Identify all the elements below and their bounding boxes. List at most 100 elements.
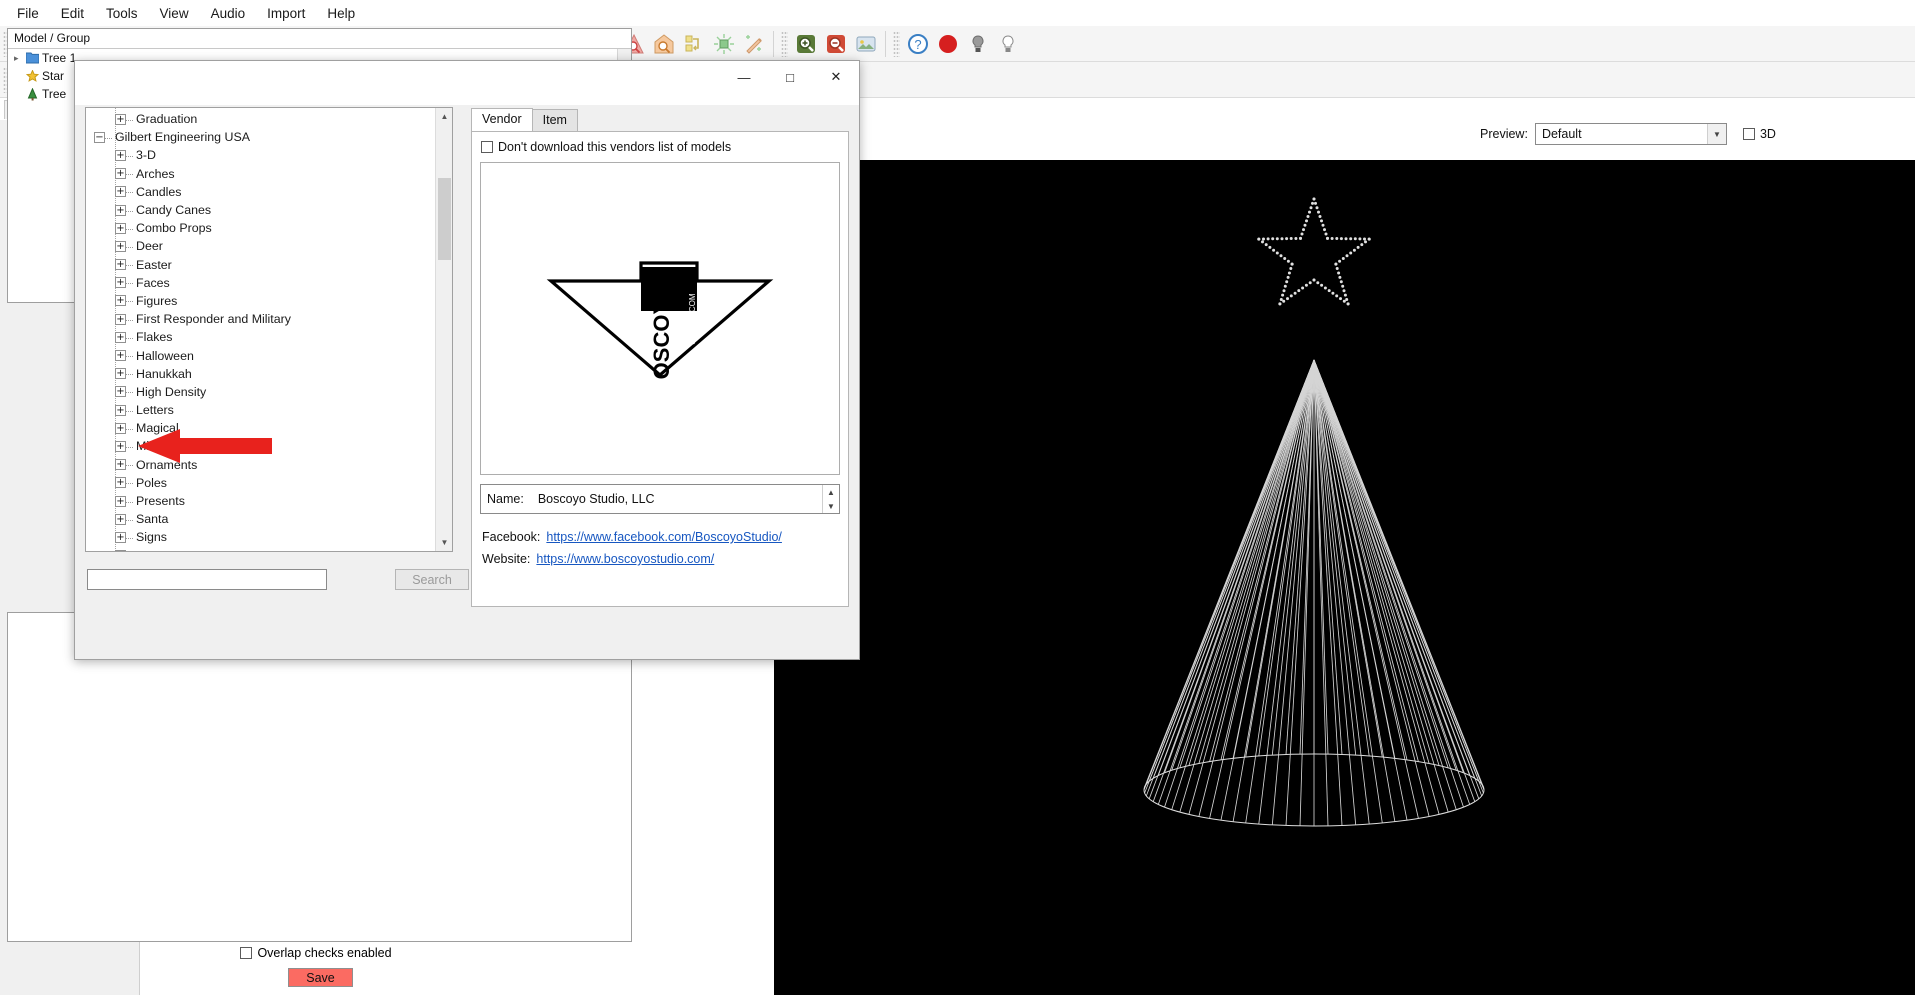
tree-node[interactable]: +3-D	[86, 146, 434, 164]
tree-node[interactable]: + Combo Props	[86, 219, 434, 237]
tab-item[interactable]: Item	[531, 109, 578, 131]
vendor-category-tree[interactable]: + Graduation − Gilbert Engineering USA +3-D +…	[85, 107, 453, 552]
scroll-down-icon[interactable]: ▼	[436, 534, 452, 551]
model-preview-3d[interactable]	[774, 160, 1915, 995]
magic-wand-icon[interactable]	[740, 30, 768, 58]
expand-node-icon[interactable]: +	[115, 368, 126, 380]
tab-vendor[interactable]: Vendor	[471, 108, 533, 131]
expand-node-icon[interactable]: +	[115, 113, 126, 125]
collapse-node-icon[interactable]: −	[94, 131, 105, 143]
preview-select[interactable]: Default ▼	[1534, 123, 1727, 145]
dont-download-row[interactable]: Don't download this vendors list of mode…	[481, 140, 839, 154]
search-text-field[interactable]	[88, 570, 326, 589]
tree-node[interactable]: + Santa	[86, 510, 434, 528]
tree-node[interactable]: + High Density	[86, 383, 434, 401]
expand-node-icon[interactable]: +	[115, 386, 126, 398]
tree-node[interactable]: + Graduation	[86, 110, 434, 128]
zoom-out-icon[interactable]	[822, 30, 850, 58]
image-icon[interactable]	[852, 30, 880, 58]
menu-item-help[interactable]: Help	[316, 3, 366, 24]
tree-node[interactable]: + Hanukkah	[86, 365, 434, 383]
close-icon[interactable]: ✕	[813, 61, 859, 93]
tree-scroll-thumb[interactable]	[438, 178, 451, 260]
tree-node[interactable]: + Presents	[86, 492, 434, 510]
toolbar-grip[interactable]	[893, 30, 900, 57]
vendor-name-field[interactable]: Name: Boscoyo Studio, LLC ▲ ▼	[480, 484, 840, 514]
toolbar-grip[interactable]	[781, 30, 788, 57]
chevron-down-icon[interactable]: ▼	[1706, 124, 1726, 144]
website-link[interactable]: https://www.boscoyostudio.com/	[536, 552, 714, 566]
overlap-checks-checkbox[interactable]	[240, 947, 253, 959]
tree-node[interactable]: + Faces	[86, 274, 434, 292]
tree-node[interactable]: + Singing	[86, 547, 434, 551]
expand-node-icon[interactable]: +	[115, 477, 126, 489]
star-pixel	[1339, 297, 1342, 301]
expand-node-icon[interactable]: +	[115, 222, 126, 234]
expand-node-icon[interactable]: +	[115, 404, 126, 416]
tree-node[interactable]: + Halloween	[86, 346, 434, 364]
zoom-in-icon[interactable]	[792, 30, 820, 58]
tree-node[interactable]: + Easter	[86, 256, 434, 274]
expand-node-icon[interactable]: +	[115, 331, 126, 343]
minimize-icon[interactable]: —	[721, 61, 767, 93]
tree-node[interactable]: − Gilbert Engineering USA	[86, 128, 434, 146]
save-button[interactable]: Save	[288, 968, 353, 987]
expand-node-icon[interactable]: +	[115, 459, 126, 471]
menu-item-view[interactable]: View	[149, 3, 200, 24]
tree-node[interactable]: + Signs	[86, 528, 434, 546]
menu-item-tools[interactable]: Tools	[95, 3, 149, 24]
expand-node-icon[interactable]: +	[115, 149, 126, 161]
menu-item-file[interactable]: File	[6, 3, 50, 24]
star-pixel	[1345, 254, 1349, 258]
tree-node[interactable]: + Flakes	[86, 328, 434, 346]
tree-node[interactable]: + Poles	[86, 474, 434, 492]
expand-node-icon[interactable]: +	[115, 513, 126, 525]
menu-item-audio[interactable]: Audio	[200, 3, 257, 24]
spinner-down-icon[interactable]: ▼	[822, 499, 839, 513]
menu-item-edit[interactable]: Edit	[50, 3, 95, 24]
expand-node-icon[interactable]: +	[115, 259, 126, 271]
name-spinner[interactable]: ▲ ▼	[822, 485, 839, 513]
tree-scrollbar[interactable]: ▲ ▼	[435, 108, 452, 551]
three-d-toggle[interactable]: 3D	[1742, 127, 1776, 141]
search-input[interactable]	[87, 569, 327, 590]
spinner-up-icon[interactable]: ▲	[822, 485, 839, 499]
help-icon[interactable]: ?	[904, 30, 932, 58]
expand-node-icon[interactable]: +	[115, 440, 126, 452]
tree-node[interactable]: + Deer	[86, 237, 434, 255]
expand-node-icon[interactable]: +	[115, 495, 126, 507]
bulb-on-icon[interactable]	[994, 30, 1022, 58]
node-layout-icon[interactable]	[680, 30, 708, 58]
maximize-icon[interactable]: □	[767, 61, 813, 93]
tree-node[interactable]: + Arches	[86, 165, 434, 183]
search-button[interactable]: Search	[395, 569, 469, 590]
facebook-link[interactable]: https://www.facebook.com/BoscoyoStudio/	[546, 530, 782, 544]
chevron-right-icon[interactable]: ▸	[14, 53, 26, 64]
house-search-icon[interactable]	[650, 30, 678, 58]
dialog-titlebar[interactable]: — □ ✕	[75, 61, 859, 105]
expand-node-icon[interactable]: +	[115, 550, 126, 551]
expand-node-icon[interactable]: +	[115, 186, 126, 198]
expand-node-icon[interactable]: +	[115, 422, 126, 434]
bulb-off-icon[interactable]	[964, 30, 992, 58]
dont-download-checkbox[interactable]	[481, 141, 493, 153]
expand-node-icon[interactable]: +	[115, 531, 126, 543]
expand-node-icon[interactable]: +	[115, 168, 126, 180]
tree-node[interactable]: + Letters	[86, 401, 434, 419]
sparkle-icon[interactable]	[710, 30, 738, 58]
expand-node-icon[interactable]: +	[115, 204, 126, 216]
three-d-checkbox[interactable]	[1742, 128, 1755, 140]
expand-node-icon[interactable]: +	[115, 277, 126, 289]
expand-node-icon[interactable]: +	[115, 240, 126, 252]
expand-node-icon[interactable]: +	[115, 295, 126, 307]
tree-connector	[126, 246, 133, 248]
expand-node-icon[interactable]: +	[115, 313, 126, 325]
record-icon[interactable]	[934, 30, 962, 58]
tree-node[interactable]: + First Responder and Military	[86, 310, 434, 328]
expand-node-icon[interactable]: +	[115, 350, 126, 362]
tree-node[interactable]: + Candles	[86, 183, 434, 201]
tree-node[interactable]: + Figures	[86, 292, 434, 310]
scroll-up-icon[interactable]: ▲	[436, 108, 452, 125]
menu-item-import[interactable]: Import	[256, 3, 316, 24]
tree-node[interactable]: + Candy Canes	[86, 201, 434, 219]
